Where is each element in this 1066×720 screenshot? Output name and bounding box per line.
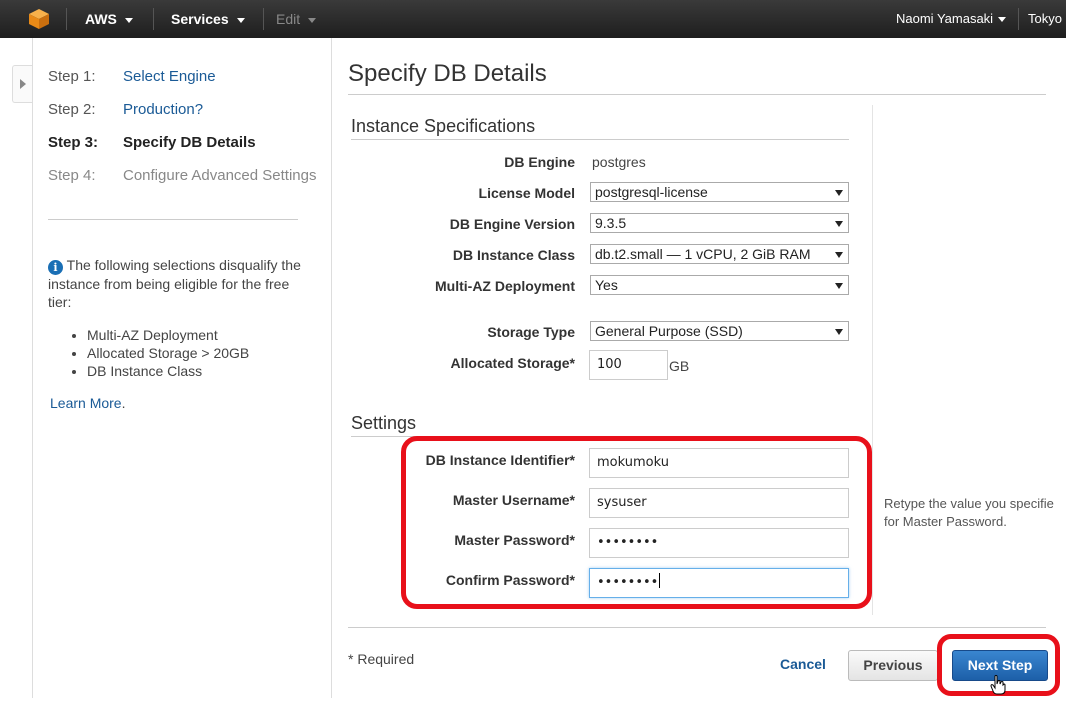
step-specify-db-details: Step 3: Specify DB Details [48, 134, 256, 151]
storage-type-label: Storage Type [487, 324, 575, 340]
step-label: Configure Advanced Settings [123, 167, 317, 184]
confirm-password-help: Retype the value you specifie for Master… [884, 495, 1054, 531]
dropdown-arrow-icon [835, 252, 843, 258]
divider [48, 219, 298, 220]
chevron-down-icon [998, 17, 1007, 23]
disqualify-list: Multi-AZ Deployment Allocated Storage > … [73, 326, 249, 380]
chevron-down-icon [124, 17, 133, 23]
step-configure-advanced: Step 4: Configure Advanced Settings [48, 167, 316, 184]
step-number: Step 4: [48, 167, 96, 184]
help-line: for Master Password. [884, 514, 1007, 529]
region-name: Tokyo [1028, 11, 1062, 26]
divider [348, 627, 1046, 628]
step-production[interactable]: Step 2: Production? [48, 101, 203, 118]
previous-button[interactable]: Previous [848, 650, 938, 681]
collapse-panel-toggle[interactable] [12, 65, 32, 103]
license-model-select[interactable]: postgresql-license [590, 182, 849, 202]
divider [872, 105, 873, 615]
edit-menu-label: Edit [276, 11, 301, 27]
services-menu[interactable]: Services [171, 0, 245, 38]
help-line: Retype the value you specifie [884, 496, 1054, 511]
license-model-label: License Model [478, 185, 575, 201]
aws-menu[interactable]: AWS [85, 0, 133, 38]
free-tier-notice-text: The following selections disqualify the … [48, 257, 301, 310]
dropdown-arrow-icon [835, 283, 843, 289]
region-menu[interactable]: Tokyo [1028, 0, 1062, 38]
dropdown-arrow-icon [835, 221, 843, 227]
db-engine-version-select[interactable]: 9.3.5 [590, 213, 849, 233]
multi-az-select[interactable]: Yes [590, 275, 849, 295]
list-item: Multi-AZ Deployment [87, 326, 249, 344]
db-engine-label: DB Engine [504, 154, 575, 170]
hand-pointer-icon [990, 675, 1006, 700]
user-name: Naomi Yamasaki [896, 11, 994, 26]
aws-menu-label: AWS [85, 11, 117, 27]
chevron-right-icon [20, 79, 26, 89]
step-label: Select Engine [123, 68, 216, 85]
cancel-button[interactable]: Cancel [780, 656, 826, 672]
learn-more-link[interactable]: Learn More [50, 395, 122, 411]
settings-highlight-annotation [401, 436, 872, 609]
step-number: Step 1: [48, 68, 96, 85]
nav-divider [153, 8, 154, 30]
learn-more-row: Learn More. [50, 395, 125, 411]
db-instance-class-label: DB Instance Class [452, 247, 575, 263]
db-instance-class-select[interactable]: db.t2.small — 1 vCPU, 2 GiB RAM [590, 244, 849, 264]
storage-type-select[interactable]: General Purpose (SSD) [590, 321, 849, 341]
storage-type-value: General Purpose (SSD) [595, 323, 743, 339]
user-menu[interactable]: Naomi Yamasaki [896, 0, 1007, 38]
multi-az-label: Multi-AZ Deployment [435, 278, 575, 294]
learn-more-suffix: . [121, 395, 126, 411]
multi-az-value: Yes [595, 277, 618, 293]
chevron-down-icon [308, 17, 317, 23]
list-item: DB Instance Class [87, 362, 249, 380]
page-title: Specify DB Details [348, 60, 547, 87]
license-model-value: postgresql-license [595, 184, 708, 200]
nav-divider [66, 8, 67, 30]
nav-divider [1018, 8, 1019, 30]
step-select-engine[interactable]: Step 1: Select Engine [48, 68, 216, 85]
list-item: Allocated Storage > 20GB [87, 344, 249, 362]
db-engine-value: postgres [592, 154, 646, 170]
db-instance-class-value: db.t2.small — 1 vCPU, 2 GiB RAM [595, 246, 811, 262]
divider [348, 94, 1046, 95]
step-number: Step 3: [48, 134, 99, 151]
storage-unit: GB [669, 358, 690, 374]
required-note: * Required [348, 651, 415, 667]
db-engine-version-label: DB Engine Version [449, 216, 575, 232]
info-icon: i [48, 260, 63, 275]
aws-cube-logo-icon[interactable] [28, 0, 50, 38]
allocated-storage-label: Allocated Storage* [450, 355, 575, 371]
services-menu-label: Services [171, 11, 229, 27]
dropdown-arrow-icon [835, 190, 843, 196]
instance-specifications-heading: Instance Specifications [351, 116, 536, 136]
step-label: Specify DB Details [123, 134, 256, 151]
allocated-storage-input[interactable]: 100 [589, 350, 668, 380]
settings-heading: Settings [351, 413, 417, 433]
step-number: Step 2: [48, 101, 96, 118]
top-navigation-bar: AWS Services Edit Naomi Yamasaki Tokyo [0, 0, 1066, 38]
edit-menu[interactable]: Edit [276, 0, 317, 38]
chevron-down-icon [236, 17, 245, 23]
db-engine-version-value: 9.3.5 [595, 215, 627, 231]
divider [351, 139, 849, 140]
free-tier-notice: i The following selections disqualify th… [48, 256, 313, 311]
dropdown-arrow-icon [835, 329, 843, 335]
wizard-steps-panel: Step 1: Select Engine Step 2: Production? … [32, 38, 332, 698]
nav-divider [263, 8, 264, 30]
step-label: Production? [123, 101, 204, 118]
